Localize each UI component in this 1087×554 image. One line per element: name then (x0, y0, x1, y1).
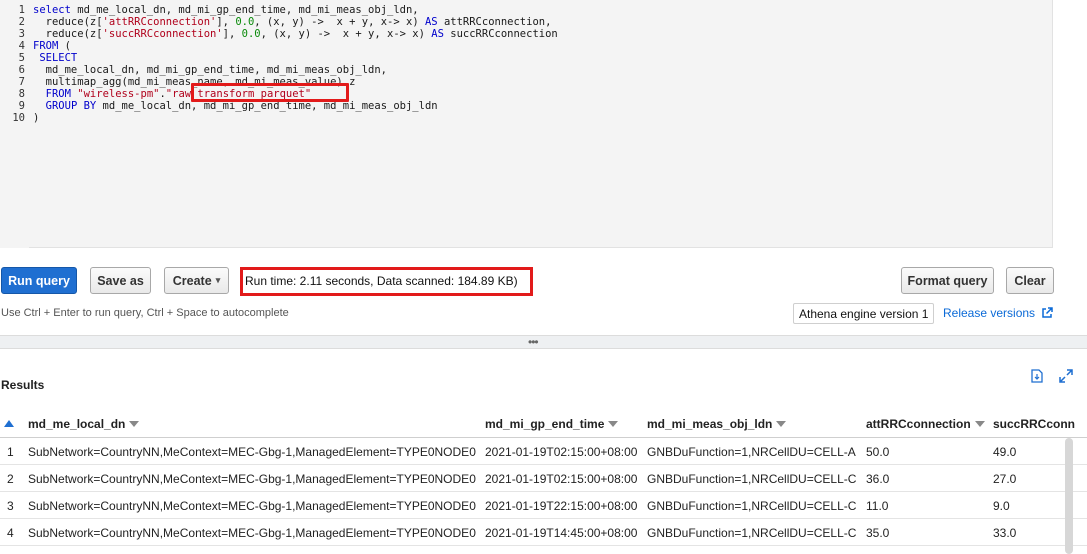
chevron-down-icon: ▾ (215, 275, 221, 285)
caret-down-icon (974, 420, 985, 427)
cell-meas-obj-ldn: GNBDuFunction=1,NRCellDU=CELL-A (647, 444, 856, 459)
create-label: Create (172, 273, 212, 288)
line-number: 1 (18, 4, 25, 16)
cell-local-dn: SubNetwork=CountryNN,MeContext=MEC-Gbg-1… (28, 498, 476, 513)
results-scrollbar[interactable] (1065, 438, 1073, 554)
table-row[interactable]: 2 SubNetwork=CountryNN,MeContext=MEC-Gbg… (0, 465, 1087, 492)
run-status-text: Run time: 2.11 seconds, Data scanned: 18… (245, 274, 518, 288)
cell-end-time: 2021-01-19T02:15:00+08:00 (485, 471, 638, 486)
cell-att: 36.0 (866, 471, 890, 486)
table-row[interactable]: 3 SubNetwork=CountryNN,MeContext=MEC-Gbg… (0, 492, 1087, 519)
release-versions-link[interactable]: Release versions (943, 306, 1053, 320)
caret-down-icon (608, 420, 619, 427)
clear-button[interactable]: Clear (1006, 267, 1054, 294)
external-link-icon (1042, 307, 1053, 318)
pane-splitter[interactable]: ••• (0, 335, 1087, 349)
release-versions-label: Release versions (943, 306, 1036, 320)
cell-end-time: 2021-01-19T14:45:00+08:00 (485, 525, 638, 540)
results-heading: Results (1, 378, 45, 392)
line-number: 8 (18, 88, 25, 100)
column-header-attRRCconnection[interactable]: attRRCconnection (866, 410, 985, 437)
code-line-10: ) (33, 112, 40, 124)
cell-att: 11.0 (866, 498, 889, 513)
cell-local-dn: SubNetwork=CountryNN,MeContext=MEC-Gbg-1… (28, 471, 476, 486)
code-line-1: select md_me_local_dn, md_mi_gp_end_time… (33, 4, 419, 16)
cell-meas-obj-ldn: GNBDuFunction=1,NRCellDU=CELL-C (647, 498, 857, 513)
code-line-6: md_me_local_dn, md_mi_gp_end_time, md_mi… (33, 64, 388, 76)
table-row[interactable]: 4 SubNetwork=CountryNN,MeContext=MEC-Gbg… (0, 519, 1087, 546)
row-number: 3 (7, 498, 14, 513)
cell-local-dn: SubNetwork=CountryNN,MeContext=MEC-Gbg-1… (28, 546, 478, 554)
line-number: 10 (12, 112, 25, 124)
cell-succ: 33.0 (993, 525, 1017, 540)
row-number: 2 (7, 471, 14, 486)
column-header-md_me_local_dn[interactable]: md_me_local_dn (28, 410, 140, 437)
line-number: 9 (18, 100, 25, 112)
line-number: 6 (18, 64, 25, 76)
code-line-4: FROM ( (33, 40, 71, 52)
row-number: 1 (7, 444, 14, 459)
cell-succ: 9.0 (993, 498, 1010, 513)
row-number: 5 (7, 546, 14, 554)
cell-succ: 49.0 (993, 444, 1017, 459)
cell-meas-obj-ldn: GNBDuFunction=1,NRCellDU=CELL-B (647, 546, 859, 554)
code-line-2: reduce(z['attRRCconnection'], 0.0, (x, y… (33, 16, 552, 28)
cell-succ: 27.0 (993, 471, 1017, 486)
cell-local-dn: SubNetwork=CountryNN,MeContext=MEC-Gbg-1… (28, 444, 476, 459)
line-number: 2 (18, 16, 25, 28)
column-header-succRRCconnection[interactable]: succRRCconn (993, 410, 1087, 437)
column-header-md_mi_gp_end_time[interactable]: md_mi_gp_end_time (485, 410, 619, 437)
cell-end-time: 2021-01-19T16:30:00+08:00 (485, 546, 637, 554)
keyboard-hint: Use Ctrl + Enter to run query, Ctrl + Sp… (1, 307, 289, 319)
code-line-5: SELECT (39, 52, 78, 64)
run-query-button[interactable]: Run query (1, 267, 77, 294)
cell-att: 50.0 (866, 444, 890, 459)
cell-end-time: 2021-01-19T22:15:00+08:00 (485, 498, 638, 513)
table-name-highlight (191, 83, 349, 102)
column-header-label: md_me_local_dn (28, 416, 126, 431)
caret-down-icon (129, 420, 140, 427)
sort-ascending-icon[interactable] (4, 420, 14, 427)
expand-icon[interactable] (1059, 369, 1073, 383)
engine-version-badge: Athena engine version 1 (793, 303, 935, 324)
table-row[interactable]: 5 SubNetwork=CountryNN,MeContext=MEC-Gbg… (0, 546, 1087, 554)
cell-meas-obj-ldn: GNBDuFunction=1,NRCellDU=CELL-C (647, 471, 857, 486)
download-icon[interactable] (1030, 369, 1044, 383)
caret-down-icon (776, 420, 787, 427)
sql-editor[interactable]: 1 2 3 4 5 6 7 8 9 10 select md_me_local_… (0, 0, 1053, 248)
line-number: 5 (18, 52, 25, 64)
line-number-gutter: 1 2 3 4 5 6 7 8 9 10 (0, 0, 29, 248)
cell-meas-obj-ldn: GNBDuFunction=1,NRCellDU=CELL-C (647, 525, 857, 540)
code-line-3: reduce(z['succRRCconnection'], 0.0, (x, … (33, 28, 558, 40)
line-number: 4 (18, 40, 25, 52)
row-number: 4 (7, 525, 14, 540)
cell-end-time: 2021-01-19T02:15:00+08:00 (485, 444, 638, 459)
column-header-label: md_mi_meas_obj_ldn (647, 416, 773, 431)
cell-succ: 31.0 (993, 546, 1016, 554)
column-header-label: attRRCconnection (866, 416, 971, 431)
line-number: 3 (18, 28, 25, 40)
column-header-label: md_mi_gp_end_time (485, 416, 605, 431)
table-row[interactable]: 1 SubNetwork=CountryNN,MeContext=MEC-Gbg… (0, 438, 1087, 465)
save-as-button[interactable]: Save as (90, 267, 151, 294)
column-header-md_mi_meas_obj_ldn[interactable]: md_mi_meas_obj_ldn (647, 410, 787, 437)
drag-handle-icon: ••• (528, 335, 539, 349)
format-query-button[interactable]: Format query (901, 267, 994, 294)
cell-att: 32.0 (866, 546, 889, 554)
cell-local-dn: SubNetwork=CountryNN,MeContext=MEC-Gbg-1… (28, 525, 476, 540)
column-header-label: succRRCconn (993, 416, 1076, 431)
line-number: 7 (18, 76, 25, 88)
cell-att: 35.0 (866, 525, 890, 540)
create-dropdown-button[interactable]: Create ▾ (164, 267, 229, 294)
